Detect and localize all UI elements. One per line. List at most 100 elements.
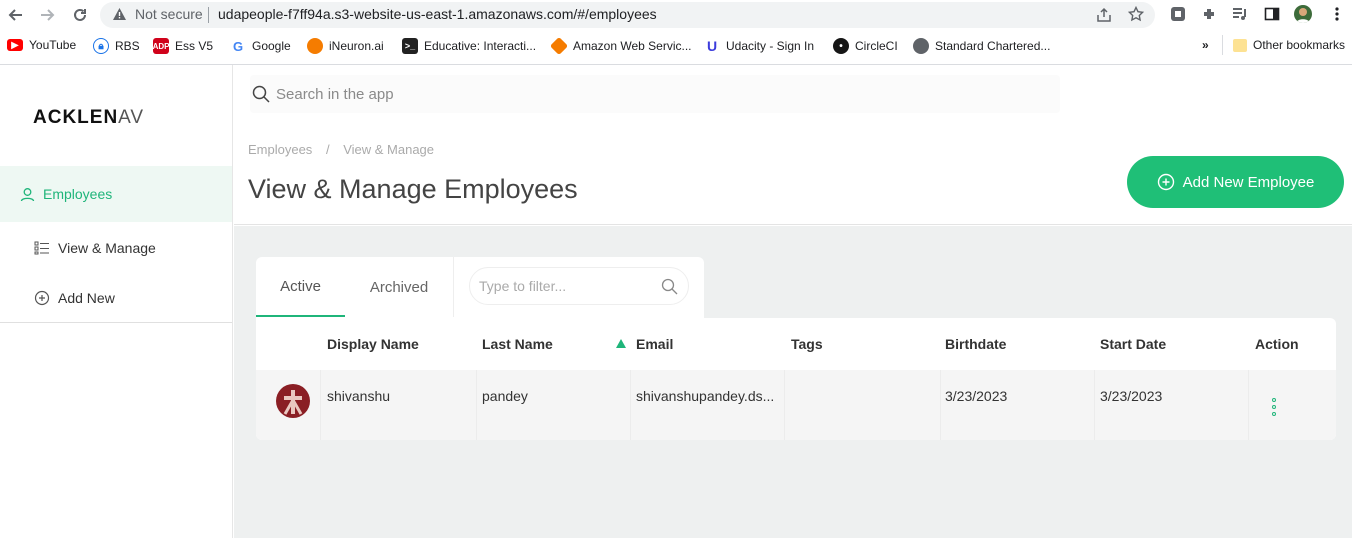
divider [476,370,477,440]
url-text[interactable]: udapeople-f7ff94a.s3-website-us-east-1.a… [218,6,657,22]
employees-table: Display Name Last Name Email Tags Birthd… [256,318,1336,440]
divider [940,370,941,440]
tab-active[interactable]: Active [256,257,345,317]
divider [0,322,232,323]
add-new-employee-button[interactable]: Add New Employee [1127,156,1344,208]
bookmark-label: Google [252,39,291,53]
folder-icon [1233,38,1247,52]
divider [320,370,321,440]
educative-icon: >_ [402,38,418,54]
bookmark-ess[interactable]: ADP Ess V5 [153,38,213,54]
search-icon [252,85,270,103]
divider [630,370,631,440]
column-tags[interactable]: Tags [791,336,823,352]
divider [1222,35,1223,55]
logo-text: ACKLEN [33,107,119,128]
bookmark-label: CircleCI [855,39,898,53]
sort-ascending-icon[interactable] [616,339,626,348]
logo: ACKLENAV [33,107,144,129]
cell-last-name: pandey [482,388,528,404]
puzzle-icon[interactable] [1200,5,1218,23]
bookmark-udacity[interactable]: U Udacity - Sign In [704,38,814,54]
sidebar-item-label: Add New [58,290,115,306]
cell-birthdate: 3/23/2023 [945,388,1008,404]
udacity-icon: U [704,38,720,54]
user-icon [20,187,35,202]
sidebar: ACKLENAV Employees View & Manage Add New [0,65,233,538]
plus-circle-icon [1157,173,1175,191]
sidebar-item-employees[interactable]: Employees [0,166,232,222]
column-display-name[interactable]: Display Name [327,336,419,352]
sidebar-item-view-manage[interactable]: View & Manage [34,240,156,256]
globe-icon [913,38,929,54]
column-email[interactable]: Email [636,336,673,352]
aws-icon [549,36,569,56]
row-actions-kebab-icon[interactable] [1272,398,1276,416]
column-start-date[interactable]: Start Date [1100,336,1166,352]
sidebar-item-add-new[interactable]: Add New [34,290,115,306]
employee-avatar [276,384,310,418]
bookmark-standard-chartered[interactable]: Standard Chartered... [913,38,1050,54]
table-row[interactable]: shivanshu pandey shivanshupandey.ds... 3… [256,370,1336,440]
bookmark-label: Udacity - Sign In [726,39,815,53]
bookmark-label: Standard Chartered... [935,39,1051,53]
sidebar-item-label: Employees [43,186,113,202]
search-placeholder: Search in the app [276,85,394,103]
bookmarks-bar: ▶ YouTube 🔒︎ RBS ADP Ess V5 G Google iNe… [0,32,1352,60]
page-header: Search in the app Employees / View & Man… [234,65,1352,225]
search-input[interactable]: Search in the app [250,75,1060,113]
bookmark-label: Amazon Web Servic... [573,39,692,53]
address-bar[interactable]: Not secure udapeople-f7ff94a.s3-website-… [100,2,1155,28]
reload-icon[interactable] [69,4,91,26]
not-secure-label: Not secure [135,6,203,22]
divider [784,370,785,440]
lock-icon: 🔒︎ [93,38,109,54]
bookmark-rbs[interactable]: 🔒︎ RBS [93,38,140,54]
main-content: Active Archived Type to filter... Displa… [234,226,1352,538]
column-action: Action [1255,336,1299,352]
menu-dots-icon[interactable] [1328,5,1346,23]
youtube-icon: ▶ [7,39,23,51]
column-birthdate[interactable]: Birthdate [945,336,1006,352]
divider [208,7,209,23]
bookmark-aws[interactable]: Amazon Web Servic... [549,36,692,56]
divider [453,257,454,317]
filter-input[interactable]: Type to filter... [469,267,689,305]
bookmark-label: Ess V5 [175,39,214,53]
plus-circle-icon [34,290,50,306]
bookmark-youtube[interactable]: ▶ YouTube [7,38,76,52]
filter-placeholder: Type to filter... [479,278,567,294]
tab-archived[interactable]: Archived [345,257,453,317]
bookmark-google[interactable]: G Google [230,38,291,54]
warning-icon [112,7,127,26]
adp-icon: ADP [153,38,169,54]
bookmark-ineuron[interactable]: iNeuron.ai [307,38,384,54]
back-arrow-icon[interactable] [5,4,27,26]
other-bookmarks[interactable]: Other bookmarks [1233,38,1345,52]
search-icon [661,278,678,295]
page-title: View & Manage Employees [248,174,578,204]
other-bookmarks-label: Other bookmarks [1253,38,1346,52]
divider [1248,370,1249,440]
bookmark-label: Educative: Interacti... [424,39,537,53]
breadcrumb: Employees / View & Manage [248,142,434,157]
bookmarks-overflow-icon[interactable]: » [1202,38,1209,52]
tabs-bar: Active Archived Type to filter... [256,257,704,319]
browser-toolbar: Not secure udapeople-f7ff94a.s3-website-… [0,0,1352,30]
bookmark-star-icon[interactable] [1127,5,1145,27]
share-icon[interactable] [1096,7,1112,28]
breadcrumb-employees[interactable]: Employees [248,142,312,157]
bookmark-educative[interactable]: >_ Educative: Interacti... [402,38,536,54]
profile-avatar[interactable] [1294,5,1312,23]
cell-display-name: shivanshu [327,388,391,404]
column-last-name[interactable]: Last Name [482,336,553,352]
cell-email: shivanshupandey.ds... [636,388,775,404]
circleci-icon: • [833,38,849,54]
media-icon[interactable] [1231,5,1249,23]
bookmark-circleci[interactable]: • CircleCI [833,38,898,54]
forward-arrow-icon[interactable] [36,4,58,26]
side-panel-icon[interactable] [1263,5,1281,23]
extension-icon[interactable] [1169,5,1187,23]
bookmark-label: iNeuron.ai [329,39,384,53]
add-button-label: Add New Employee [1182,173,1315,191]
